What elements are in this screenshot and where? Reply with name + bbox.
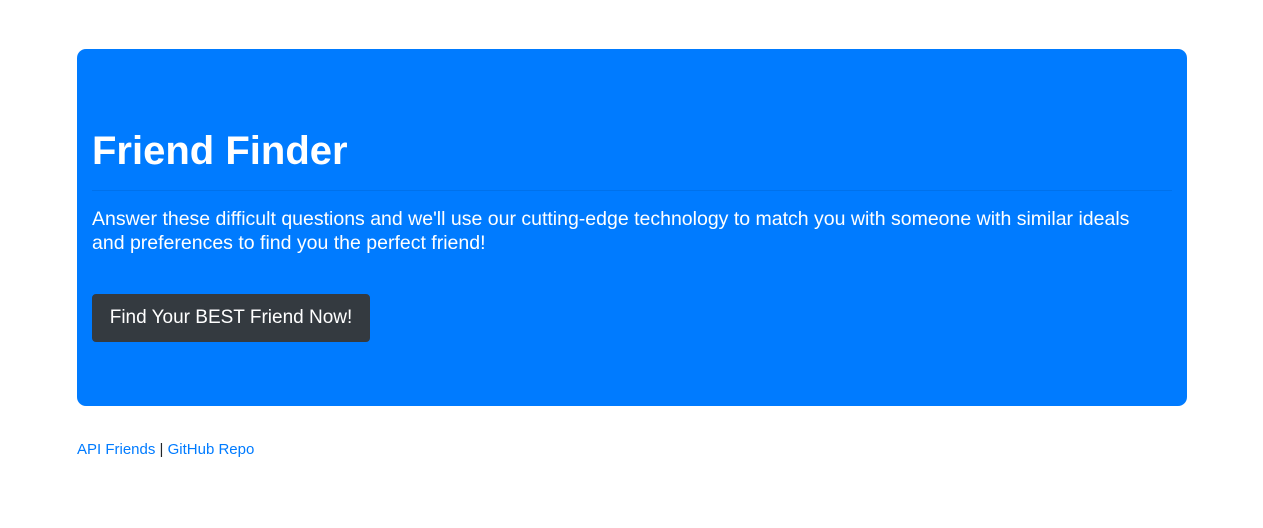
hero-jumbotron: Friend Finder Answer these difficult que… <box>77 49 1187 406</box>
find-friend-button[interactable]: Find Your BEST Friend Now! <box>92 294 370 342</box>
hero-divider <box>92 190 1172 191</box>
hero-description: Answer these difficult questions and we'… <box>92 208 1130 254</box>
page-title: Friend Finder <box>92 129 348 173</box>
api-friends-link[interactable]: API Friends <box>77 441 155 458</box>
footer-links: API Friends | GitHub Repo <box>77 440 254 460</box>
github-repo-link[interactable]: GitHub Repo <box>168 441 255 458</box>
footer-separator: | <box>159 441 164 458</box>
